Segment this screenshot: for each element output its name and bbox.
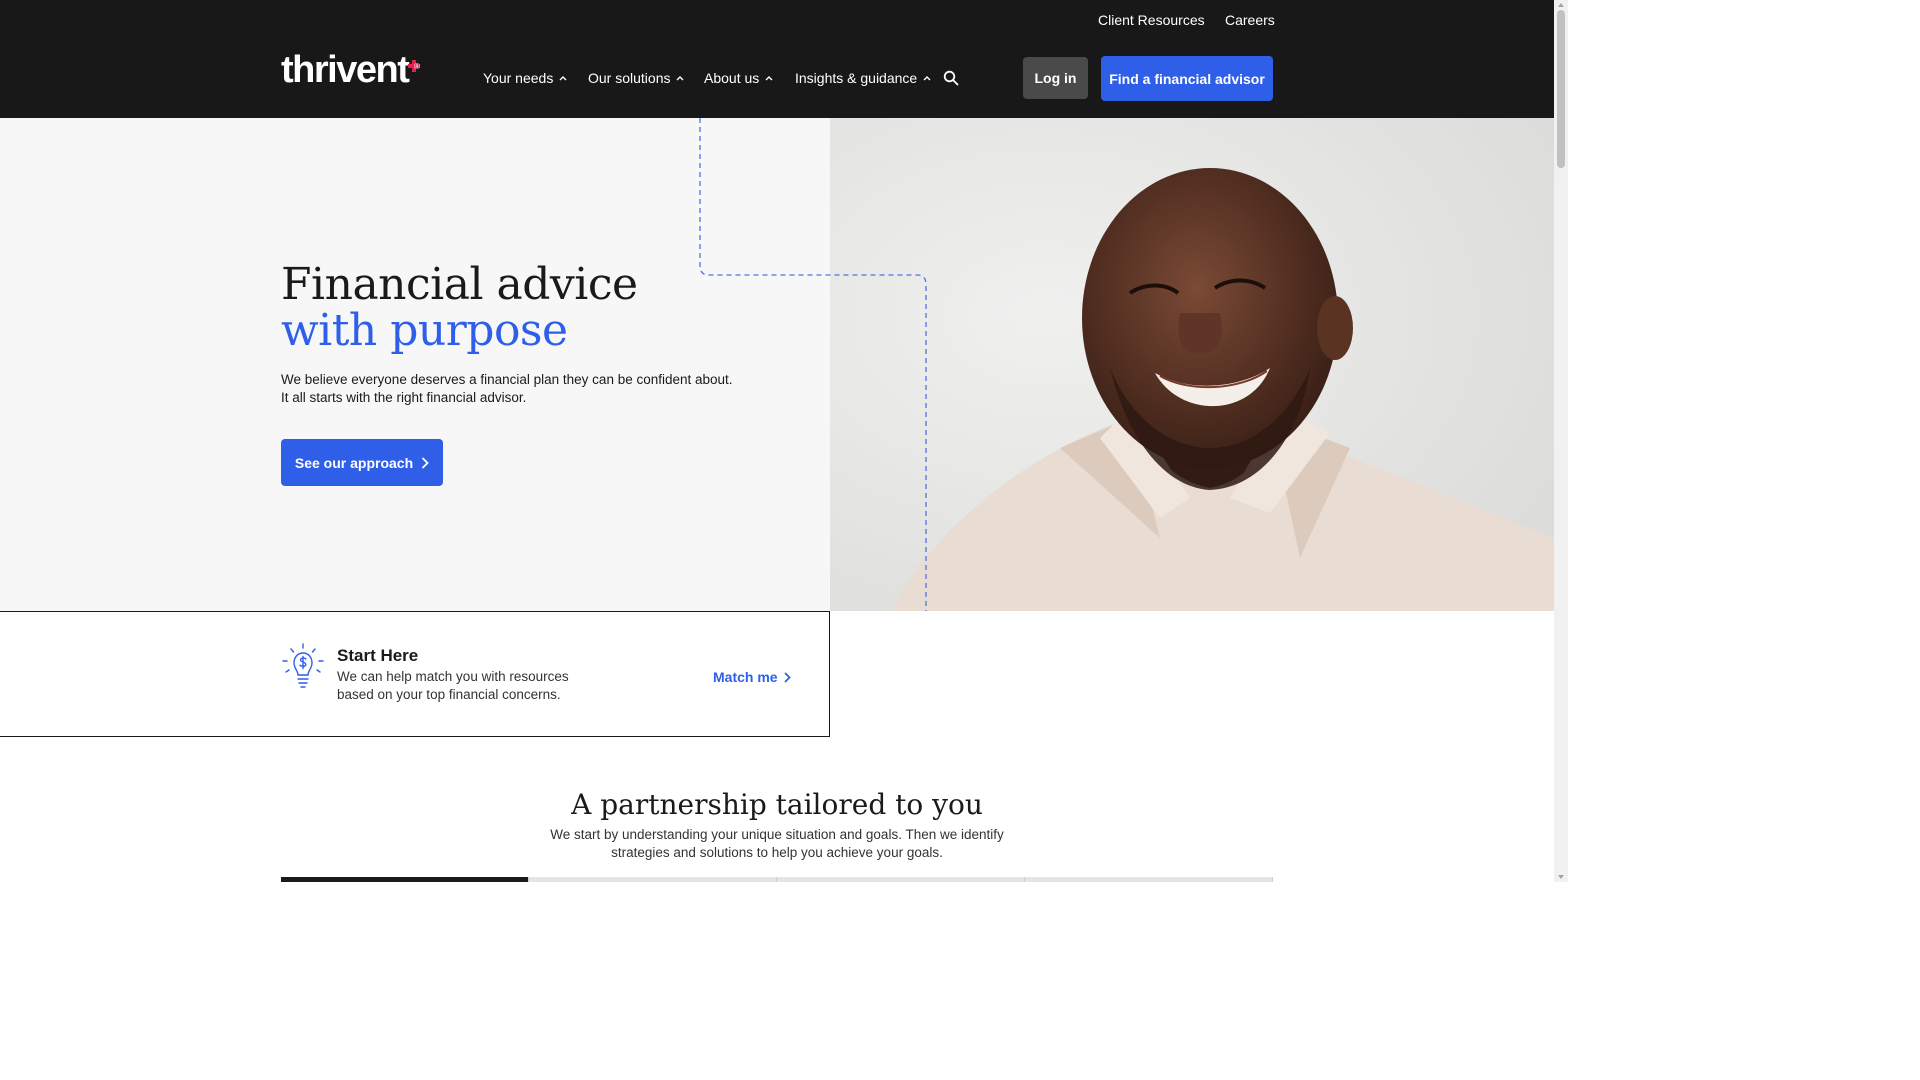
partnership-tabs xyxy=(281,877,1273,882)
start-here-title: Start Here xyxy=(337,646,419,665)
hero-title: Financial advice with purpose xyxy=(281,262,638,354)
link-label: Match me xyxy=(713,669,778,685)
tab-1[interactable] xyxy=(281,877,529,882)
decorative-dashed-line xyxy=(699,118,927,611)
tab-3[interactable] xyxy=(777,877,1025,882)
partnership-description: We start by understanding your unique si… xyxy=(550,827,1004,860)
hero-description: We believe everyone deserves a financial… xyxy=(281,371,761,407)
tab-2[interactable] xyxy=(529,877,777,882)
scroll-up-arrow-icon[interactable] xyxy=(1557,1,1565,9)
start-here-description: We can help match you with resources bas… xyxy=(337,669,569,702)
match-me-link[interactable]: Match me xyxy=(713,669,791,685)
hero-desc-line2: It all starts with the right financial a… xyxy=(281,390,527,405)
lightbulb-dollar-icon xyxy=(282,643,324,688)
vertical-scrollbar[interactable] xyxy=(1554,0,1568,882)
chevron-right-icon xyxy=(784,672,791,682)
tab-4[interactable] xyxy=(1025,877,1273,882)
scroll-down-arrow-icon[interactable] xyxy=(1557,873,1565,881)
scrollbar-thumb[interactable] xyxy=(1557,10,1565,168)
hero-desc-line1: We believe everyone deserves a financial… xyxy=(281,372,733,387)
partnership-title: A partnership tailored to you xyxy=(571,788,983,821)
chevron-right-icon xyxy=(422,457,429,468)
see-our-approach-button[interactable]: See our approach xyxy=(281,439,443,486)
page: Client Resources Careers thrivent ® Your… xyxy=(0,0,1568,882)
hero-title-line1: Financial advice xyxy=(281,259,638,310)
hero-title-line2: with purpose xyxy=(281,305,568,356)
button-label: See our approach xyxy=(294,454,414,471)
